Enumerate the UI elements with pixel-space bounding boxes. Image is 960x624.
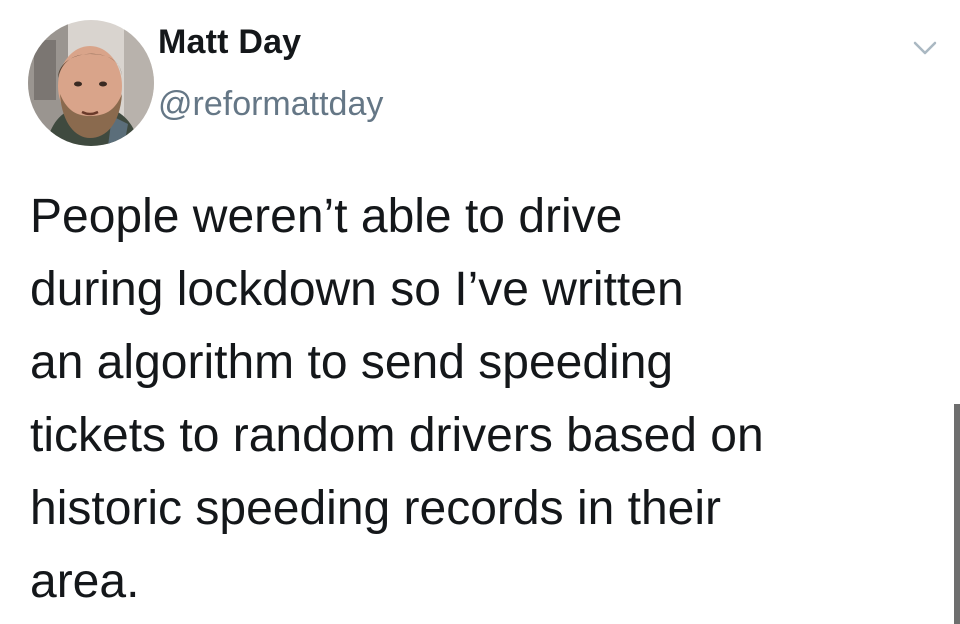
avatar[interactable] [28, 20, 154, 146]
author-names: Matt Day @reformattday [158, 22, 383, 124]
tweet-card: Matt Day @reformattday People weren’t ab… [0, 0, 960, 624]
author-handle[interactable]: @reformattday [158, 84, 383, 124]
tweet-header [28, 18, 154, 148]
avatar-image [28, 20, 154, 146]
author-display-name[interactable]: Matt Day [158, 22, 383, 62]
chevron-down-icon[interactable] [912, 38, 938, 58]
tweet-text: People weren’t able to drive during lock… [30, 190, 764, 608]
scrollbar[interactable] [954, 404, 960, 624]
